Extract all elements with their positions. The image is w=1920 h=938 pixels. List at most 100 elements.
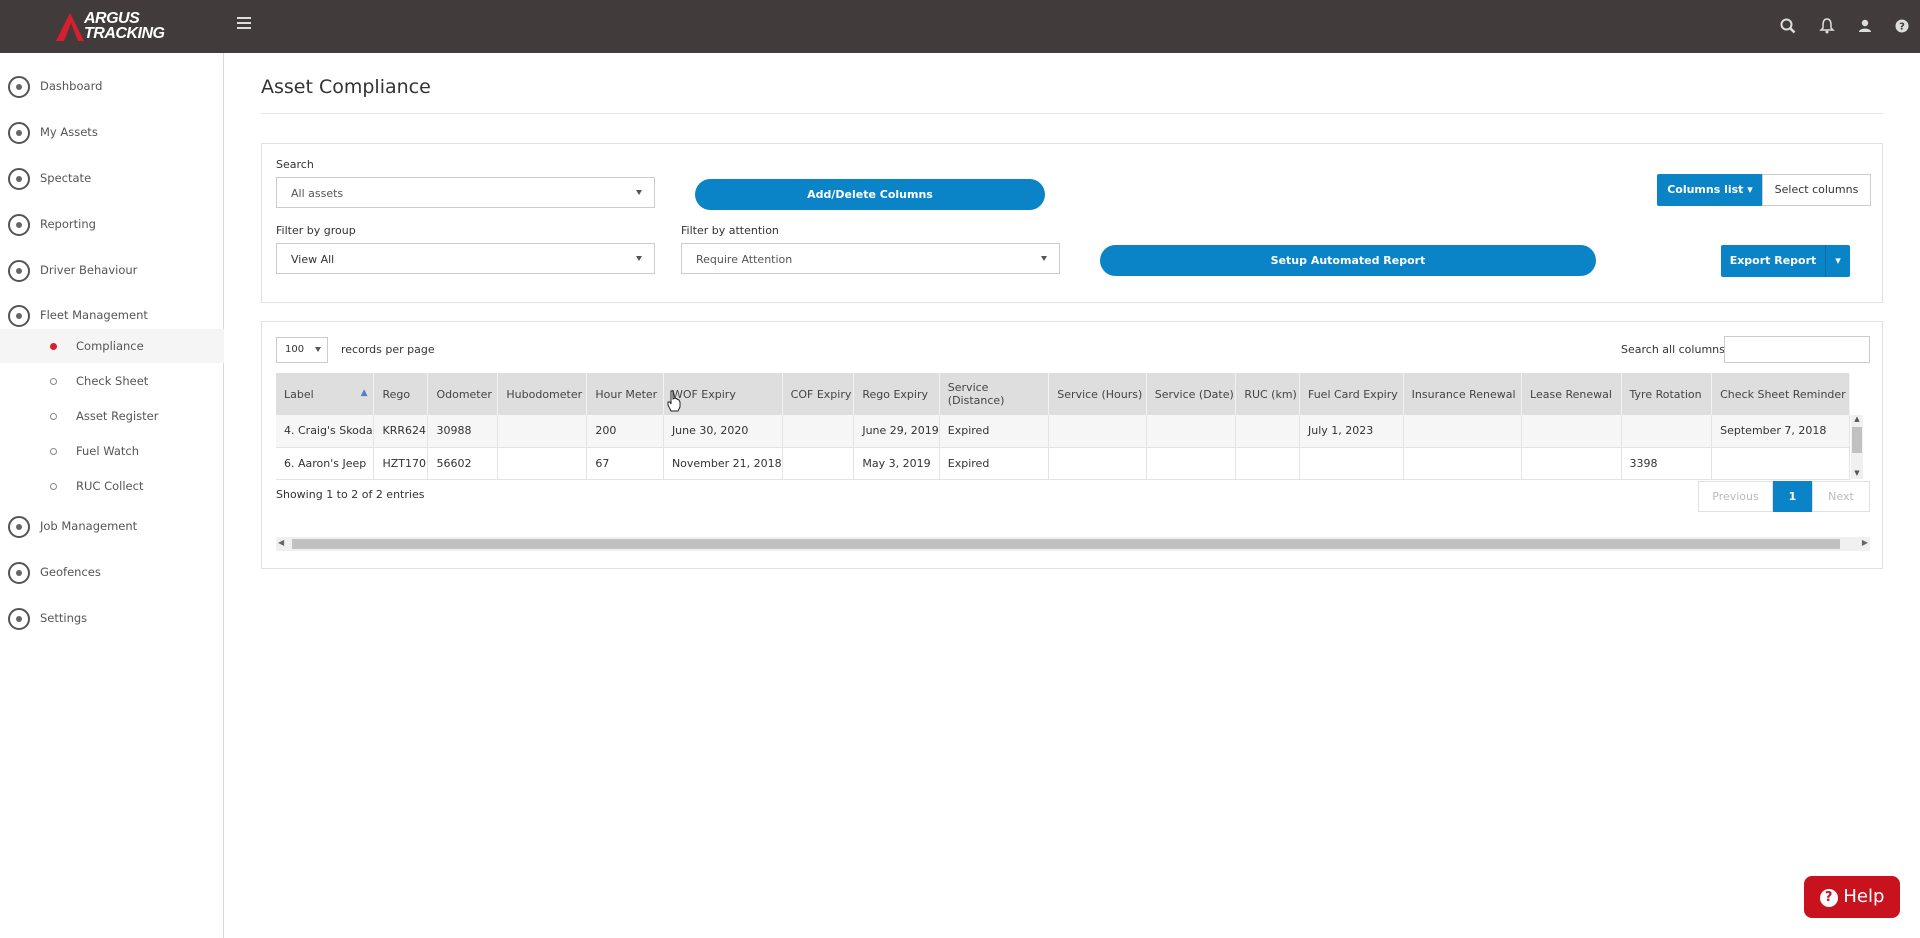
argus-logo[interactable]: ARGUS TRACKING	[56, 11, 176, 43]
column-header-label[interactable]: Label ▲	[276, 373, 375, 415]
cell-tyre-rotation[interactable]: 3398	[1621, 447, 1713, 480]
pagination-page-1[interactable]: 1	[1773, 481, 1812, 512]
column-header-insurance-renewal[interactable]: Insurance Renewal	[1403, 373, 1523, 415]
cell-cof-expiry	[782, 447, 855, 480]
horizontal-scrollbar[interactable]: ◀ ▶	[276, 537, 1870, 551]
cell-hour-meter: 67	[586, 447, 664, 480]
filter-by-group-select[interactable]: View All	[276, 243, 655, 274]
cell-wof-expiry[interactable]: June 30, 2020	[663, 415, 783, 448]
setup-automated-report-button[interactable]: Setup Automated Report	[1100, 245, 1596, 276]
top-bar: ARGUS TRACKING ?	[0, 0, 1920, 53]
export-report-dropdown-toggle[interactable]: ▾	[1825, 245, 1850, 277]
cell-service-distance[interactable]: Expired	[939, 447, 1050, 480]
scroll-right-icon[interactable]: ▶	[1862, 538, 1868, 547]
sidebar-item-my-assets[interactable]: My Assets	[0, 112, 224, 152]
column-header-odometer[interactable]: Odometer	[427, 373, 499, 415]
filter-by-group-label: Filter by group	[276, 224, 356, 237]
help-button[interactable]: ? Help	[1804, 876, 1900, 918]
column-header-ruc-km[interactable]: RUC (km)	[1235, 373, 1300, 415]
search-assets-select[interactable]: All assets	[276, 177, 655, 208]
scroll-left-icon[interactable]: ◀	[278, 538, 284, 547]
scroll-down-icon[interactable]: ▼	[1851, 469, 1863, 479]
column-header-lease-renewal[interactable]: Lease Renewal	[1521, 373, 1622, 415]
column-header-service-date[interactable]: Service (Date)	[1146, 373, 1237, 415]
sidebar-item-reporting[interactable]: Reporting	[0, 204, 224, 244]
sidebar-item-label: Fleet Management	[40, 308, 148, 322]
sidebar-item-dashboard[interactable]: Dashboard	[0, 66, 224, 106]
hand-cursor-icon	[667, 390, 681, 412]
export-report-button[interactable]: Export Report	[1721, 245, 1825, 277]
page-size-select[interactable]: 100	[276, 337, 328, 363]
sidebar-item-label: Reporting	[40, 217, 96, 231]
search-all-columns-input[interactable]	[1724, 336, 1870, 363]
horizontal-scroll-thumb[interactable]	[292, 539, 1840, 549]
cell-check-sheet-reminder[interactable]: September 7, 2018	[1711, 415, 1850, 448]
vertical-scroll-thumb[interactable]	[1852, 427, 1862, 453]
caret-down-icon	[1041, 256, 1047, 261]
cell-rego-expiry[interactable]: May 3, 2019	[853, 447, 940, 480]
cell-check-sheet-reminder	[1711, 447, 1850, 480]
cell-fuel-card-expiry	[1299, 447, 1404, 480]
vertical-scrollbar[interactable]: ▲ ▼	[1851, 415, 1863, 479]
sidebar-subitem-ruc-collect[interactable]: RUC Collect	[0, 469, 224, 503]
circle-icon	[50, 483, 57, 490]
compliance-table: Label ▲ Rego Odometer Hubodometer Hour M…	[276, 373, 1850, 480]
column-header-service-distance[interactable]: Service (Distance)	[939, 373, 1050, 415]
sidebar-subitem-label: Asset Register	[76, 409, 159, 423]
cell-service-date	[1146, 447, 1237, 480]
user-icon[interactable]	[1856, 17, 1874, 35]
question-icon[interactable]: ?	[1893, 17, 1911, 35]
column-header-fuel-card-expiry[interactable]: Fuel Card Expiry	[1299, 373, 1404, 415]
cell-insurance-renewal	[1403, 447, 1523, 480]
column-header-rego[interactable]: Rego	[373, 373, 429, 415]
sidebar-item-spectate[interactable]: Spectate	[0, 158, 224, 198]
page-title: Asset Compliance	[261, 76, 431, 98]
table-row[interactable]: 6. Aaron's Jeep HZT170 56602 67 November…	[276, 447, 1850, 480]
briefcase-icon	[8, 516, 30, 538]
sidebar-item-label: My Assets	[40, 125, 98, 139]
cell-label: 6. Aaron's Jeep	[276, 447, 375, 480]
sidebar-item-job-management[interactable]: Job Management	[0, 506, 224, 546]
cell-label: 4. Craig's Skoda	[276, 415, 375, 448]
pagination-previous-button[interactable]: Previous	[1698, 481, 1773, 512]
circle-icon	[50, 448, 57, 455]
gear-icon	[8, 608, 30, 630]
cell-rego-expiry[interactable]: June 29, 2019	[853, 415, 940, 448]
sidebar-item-settings[interactable]: Settings	[0, 598, 224, 638]
scroll-up-icon[interactable]: ▲	[1851, 415, 1863, 425]
sidebar-subitem-check-sheet[interactable]: Check Sheet	[0, 364, 224, 398]
pagination-next-button[interactable]: Next	[1812, 481, 1870, 512]
filter-by-attention-select[interactable]: Require Attention	[681, 243, 1060, 274]
hamburger-menu-icon[interactable]	[237, 17, 251, 29]
sidebar-item-label: Driver Behaviour	[40, 263, 138, 277]
column-header-hour-meter[interactable]: Hour Meter	[586, 373, 664, 415]
add-delete-columns-button[interactable]: Add/Delete Columns	[695, 179, 1045, 210]
column-header-hubodometer[interactable]: Hubodometer	[497, 373, 588, 415]
sidebar-subitem-fuel-watch[interactable]: Fuel Watch	[0, 434, 224, 468]
cell-fuel-card-expiry[interactable]: July 1, 2023	[1299, 415, 1404, 448]
cell-hubodometer	[497, 415, 588, 448]
select-columns-button[interactable]: Select columns	[1762, 174, 1871, 206]
bell-icon[interactable]	[1818, 17, 1836, 35]
column-header-tyre-rotation[interactable]: Tyre Rotation	[1621, 373, 1713, 415]
column-header-service-hours[interactable]: Service (Hours)	[1048, 373, 1147, 415]
filter-by-attention-value: Require Attention	[696, 253, 793, 266]
search-label: Search	[276, 158, 314, 171]
column-header-rego-expiry[interactable]: Rego Expiry	[853, 373, 940, 415]
search-icon[interactable]	[1779, 17, 1797, 35]
sidebar-item-geofences[interactable]: Geofences	[0, 552, 224, 592]
table-row[interactable]: 4. Craig's Skoda KRR624 30988 200 June 3…	[276, 415, 1850, 448]
sidebar-subitem-asset-register[interactable]: Asset Register	[0, 399, 224, 433]
cell-wof-expiry[interactable]: November 21, 2018	[663, 447, 783, 480]
cell-hubodometer	[497, 447, 588, 480]
cell-cof-expiry	[782, 415, 855, 448]
column-header-check-sheet-reminder[interactable]: Check Sheet Reminder	[1711, 373, 1850, 415]
cell-service-distance[interactable]: Expired	[939, 415, 1050, 448]
sidebar-item-driver-behaviour[interactable]: Driver Behaviour	[0, 250, 224, 290]
table-header-row: Label ▲ Rego Odometer Hubodometer Hour M…	[276, 373, 1850, 415]
columns-list-button[interactable]: Columns list ▾	[1657, 174, 1763, 206]
cell-ruc-km	[1235, 447, 1300, 480]
sidebar-subitem-compliance[interactable]: Compliance	[0, 329, 224, 363]
filter-by-group-value: View All	[291, 253, 335, 266]
column-header-cof-expiry[interactable]: COF Expiry	[782, 373, 855, 415]
